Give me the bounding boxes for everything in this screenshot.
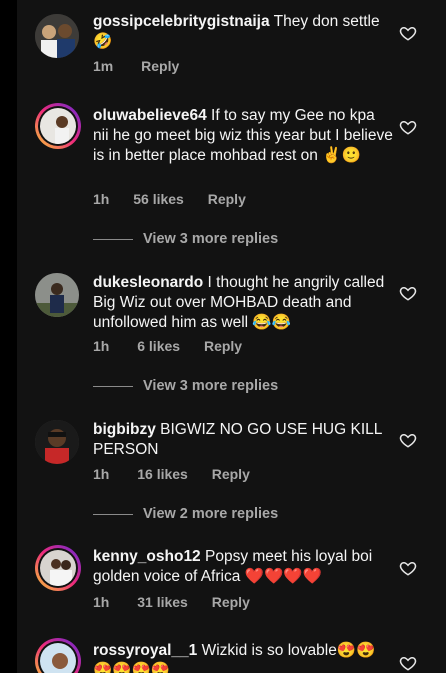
comment-likes[interactable]: 6 likes — [137, 338, 180, 354]
comment-text: bigbibzy BIGWIZ NO GO USE HUG KILL PERSO… — [93, 420, 393, 460]
view-more-replies[interactable]: View 3 more replies — [93, 231, 278, 247]
heart-outline-icon[interactable] — [399, 284, 417, 302]
view-replies-label[interactable]: View 2 more replies — [143, 506, 278, 522]
comment-time: 1h — [93, 338, 110, 354]
comment-time: 1h — [93, 466, 110, 482]
comment-username[interactable]: rossyroyal__1 — [93, 642, 197, 659]
view-more-replies[interactable]: View 2 more replies — [93, 506, 278, 522]
heart-outline-icon[interactable] — [399, 431, 417, 449]
comment-meta: 1h 6 likes Reply — [93, 338, 242, 354]
comment-likes[interactable]: 16 likes — [137, 466, 188, 482]
reply-button[interactable]: Reply — [208, 191, 246, 207]
heart-outline-icon[interactable] — [399, 118, 417, 136]
view-replies-label[interactable]: View 3 more replies — [143, 378, 278, 394]
view-more-replies[interactable]: View 3 more replies — [93, 378, 278, 394]
comment-text: rossyroyal__1 Wizkid is so lovable😍😍😍😍😍😍 — [93, 641, 393, 673]
comment-text: gossipcelebritygistnaija They don settle… — [93, 12, 393, 52]
avatar[interactable] — [35, 103, 81, 149]
comment-meta: 1m Reply — [93, 58, 179, 74]
comment-time: 1h — [93, 191, 110, 207]
comment-meta: 1h 31 likes Reply — [93, 594, 250, 610]
reply-button[interactable]: Reply — [212, 466, 250, 482]
comment-username[interactable]: bigbibzy — [93, 421, 156, 438]
comment-text: kenny_osho12 Popsy meet his loyal boi go… — [93, 547, 393, 587]
comment-username[interactable]: oluwabelieve64 — [93, 107, 207, 124]
comment-username[interactable]: dukesleonardo — [93, 274, 203, 291]
comment-time: 1m — [93, 58, 114, 74]
comment-username[interactable]: gossipcelebritygistnaija — [93, 13, 270, 30]
divider-line — [93, 385, 133, 387]
comment-time: 1h — [93, 594, 110, 610]
avatar[interactable] — [35, 638, 81, 673]
comment-likes[interactable]: 31 likes — [137, 594, 188, 610]
comment-likes[interactable]: 56 likes — [133, 191, 184, 207]
heart-outline-icon[interactable] — [399, 24, 417, 42]
divider-line — [93, 513, 133, 515]
reply-button[interactable]: Reply — [212, 594, 250, 610]
comment-meta: 1h 16 likes Reply — [93, 466, 250, 482]
view-replies-label[interactable]: View 3 more replies — [143, 231, 278, 247]
heart-outline-icon[interactable] — [399, 559, 417, 577]
avatar[interactable] — [35, 545, 81, 591]
heart-outline-icon[interactable] — [399, 654, 417, 672]
reply-button[interactable]: Reply — [141, 58, 179, 74]
comment-meta: 1h 56 likes Reply — [93, 191, 246, 207]
divider-line — [93, 238, 133, 240]
avatar[interactable] — [35, 273, 79, 317]
comments-panel: gossipcelebritygistnaija They don settle… — [17, 0, 446, 673]
avatar[interactable] — [35, 420, 79, 464]
comment-text: oluwabelieve64 If to say my Gee no kpa n… — [93, 106, 393, 166]
reply-button[interactable]: Reply — [204, 338, 242, 354]
comment-username[interactable]: kenny_osho12 — [93, 548, 201, 565]
comment-text: dukesleonardo I thought he angrily calle… — [93, 273, 393, 333]
avatar[interactable] — [35, 14, 79, 58]
